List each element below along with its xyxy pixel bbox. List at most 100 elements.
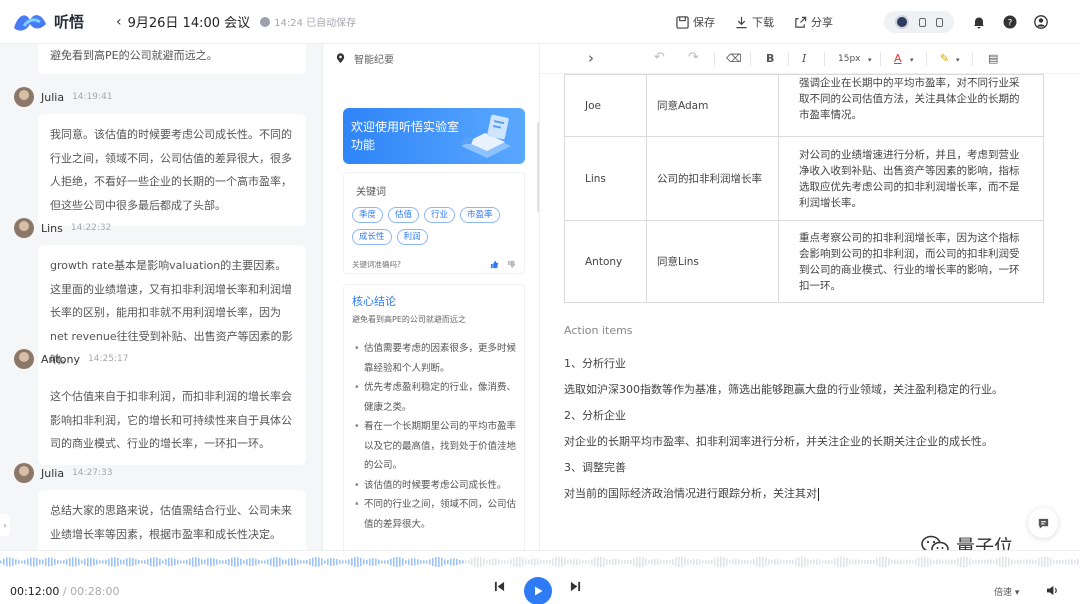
speaker-name[interactable]: Lins: [41, 222, 63, 235]
battery-icon[interactable]: [936, 17, 943, 27]
message-text[interactable]: 总结大家的思路来说，估值需结合行业、公司未来业绩增长率等因素，根据市盈率和成长性…: [38, 490, 306, 550]
waveform-bar: [870, 559, 872, 565]
table-cell-note[interactable]: 强调企业在长期中的平均市盈率，对不同行业采取不同的公司估值方法，关注具体企业的长…: [778, 74, 1044, 137]
message-time[interactable]: 14:22:32: [71, 223, 111, 233]
keyword-tag[interactable]: 季度: [352, 207, 384, 223]
action-item-text[interactable]: 选取如沪深300指数等作为基准，筛选出能够跑赢大盘的行业领域，关注盈利稳定的行业…: [564, 377, 1064, 403]
table-cell-name[interactable]: Antony: [564, 220, 647, 303]
table-cell-name[interactable]: Lins: [564, 136, 647, 221]
chevron-down-icon[interactable]: ▾: [956, 56, 960, 64]
help-icon[interactable]: ?: [1003, 15, 1017, 29]
speaker-name[interactable]: Antony: [41, 353, 80, 366]
share-button[interactable]: 分享: [794, 14, 833, 30]
keyword-tag[interactable]: 市盈率: [460, 207, 500, 223]
action-item-heading[interactable]: 3、调整完善: [564, 455, 1064, 481]
transcript-panel[interactable]: 避免看到高PE的公司就避而远之。 Julia 14:19:41 我同意。该估值的…: [0, 44, 322, 550]
table-cell-note[interactable]: 对公司的业绩增速进行分析，并且，考虑到营业净收入收到补贴、出售资产等因素的影响，…: [778, 136, 1044, 221]
location-pin-icon: [336, 52, 345, 63]
lab-banner[interactable]: 欢迎使用听悟实验室功能: [343, 108, 525, 164]
message-time[interactable]: 14:27:33: [72, 468, 112, 478]
record-icon[interactable]: [895, 15, 909, 29]
comment-button[interactable]: [1028, 508, 1058, 538]
waveform-bar: [930, 559, 932, 565]
next-icon[interactable]: [570, 581, 581, 595]
waveform-bar: [1011, 559, 1013, 565]
keyword-tag[interactable]: 利润: [396, 229, 428, 245]
download-button[interactable]: 下载: [735, 14, 774, 30]
volume-icon[interactable]: [1046, 585, 1059, 599]
waveform-bar: [246, 558, 248, 566]
waveform-bar: [765, 557, 767, 567]
action-items[interactable]: Action items 1、分析行业 选取如沪深300指数等作为基准，筛选出能…: [564, 324, 1064, 507]
document-icon[interactable]: ▤: [988, 52, 998, 65]
save-button[interactable]: 保存: [676, 14, 715, 30]
action-items-title[interactable]: Action items: [564, 324, 1064, 337]
waveform-bar: [588, 560, 590, 564]
font-size-select[interactable]: 15px: [838, 54, 861, 64]
previous-icon[interactable]: [494, 581, 505, 595]
thumbs-down-icon[interactable]: [507, 258, 516, 269]
italic-button[interactable]: I: [802, 52, 806, 65]
table-cell-note[interactable]: 重点考察公司的扣非利润增长率，因为这个指标会影响到公司的扣非利润，而公司的扣非利…: [778, 220, 1044, 303]
list-item[interactable]: 估值需要考虑的因素很多，更多时候靠经验和个人判断。: [354, 339, 518, 378]
keyword-tag[interactable]: 行业: [424, 207, 456, 223]
waveform-bar: [165, 558, 167, 566]
table-cell-view[interactable]: 同意Lins: [646, 220, 779, 303]
meeting-title[interactable]: 9月26日 14:00 会议: [128, 12, 251, 31]
chevron-down-icon[interactable]: ▾: [910, 56, 914, 64]
message-time[interactable]: 14:25:17: [88, 354, 128, 364]
keyword-tag[interactable]: 估值: [388, 207, 420, 223]
message-text[interactable]: 我同意。该估值的时候要考虑公司成长性。不同的行业之间，领域不同，公司估值的差异很…: [38, 114, 306, 226]
expand-panel-button[interactable]: ›: [588, 49, 594, 67]
save-label: 保存: [693, 16, 715, 29]
redo-button[interactable]: ↷: [688, 50, 699, 65]
table-cell-name[interactable]: Joe: [564, 74, 647, 137]
table-cell-view[interactable]: 公司的扣非利润增长率: [646, 136, 779, 221]
chevron-down-icon[interactable]: ▾: [868, 56, 872, 64]
undo-button[interactable]: ↶: [654, 50, 665, 65]
lock-icon[interactable]: [919, 17, 926, 27]
highlight-button[interactable]: ✎: [940, 52, 949, 65]
action-item-heading[interactable]: 1、分析行业: [564, 351, 1064, 377]
recording-controls[interactable]: [884, 11, 954, 33]
keyword-tag[interactable]: 成长性: [352, 229, 392, 245]
action-item-text[interactable]: 对企业的长期平均市盈率、扣非利润率进行分析，并关注企业的长期关注企业的成长性。: [564, 429, 1064, 455]
playback-speed-select[interactable]: 倍速 ▾: [994, 585, 1019, 598]
waveform-bar: [1050, 558, 1052, 566]
message-text[interactable]: 这个估值来自于扣非利润，而扣非利润的增长率会影响扣非利润，它的增长和可持续性来自…: [38, 376, 306, 465]
app-logo[interactable]: 听悟: [12, 10, 112, 34]
message-text[interactable]: 避免看到高PE的公司就避而远之。: [38, 44, 306, 74]
waveform-bar: [399, 557, 401, 567]
play-button[interactable]: [524, 577, 552, 604]
waveform-bar: [504, 560, 506, 564]
waveform-bar: [879, 556, 881, 568]
waveform-bar: [546, 560, 548, 564]
eraser-button[interactable]: ⌫: [726, 52, 742, 65]
waveform-bar: [909, 559, 911, 565]
speaker-name[interactable]: Julia: [41, 91, 64, 104]
waveform-bar: [150, 557, 152, 567]
audio-waveform[interactable]: [0, 555, 1080, 569]
action-item-text[interactable]: 对当前的国际经济政治情况进行跟踪分析，关注其对: [564, 481, 1064, 507]
list-item[interactable]: 该估值的时候要考虑公司成长性。: [354, 476, 518, 496]
list-item[interactable]: 优先考虑盈利稳定的行业，像消费、健康之类。: [354, 378, 518, 417]
waveform-bar: [216, 559, 218, 565]
font-color-button[interactable]: A: [894, 52, 902, 65]
bell-icon[interactable]: [972, 15, 986, 29]
user-icon[interactable]: [1034, 15, 1048, 29]
editor-panel[interactable]: › ↶ ↷ ⌫ B I 15px ▾ A ▾ ✎ ▾ ▤ Joe 同意Adam …: [540, 44, 1080, 550]
collapse-panel-toggle[interactable]: ›: [0, 514, 10, 536]
back-chevron-icon[interactable]: ‹: [116, 14, 122, 30]
message-time[interactable]: 14:19:41: [72, 92, 112, 102]
list-item[interactable]: 看在一个长期期里公司的平均市盈率以及它的最高值，找到处于价值洼地的公司。: [354, 417, 518, 476]
thumbs-up-icon[interactable]: [490, 258, 499, 269]
waveform-bar: [603, 557, 605, 567]
bold-button[interactable]: B: [766, 52, 774, 65]
svg-text:?: ?: [1008, 19, 1013, 29]
table-cell-view[interactable]: 同意Adam: [646, 74, 779, 137]
speaker-name[interactable]: Julia: [41, 467, 64, 480]
waveform-bar: [606, 559, 608, 565]
action-item-heading[interactable]: 2、分析企业: [564, 403, 1064, 429]
summary-panel[interactable]: 智能纪要 欢迎使用听悟实验室功能 关键词 季度 估值 行业 市盈率 成长性 利润…: [322, 44, 540, 550]
list-item[interactable]: 不同的行业之间，领域不同，公司估值的差异很大。: [354, 495, 518, 534]
